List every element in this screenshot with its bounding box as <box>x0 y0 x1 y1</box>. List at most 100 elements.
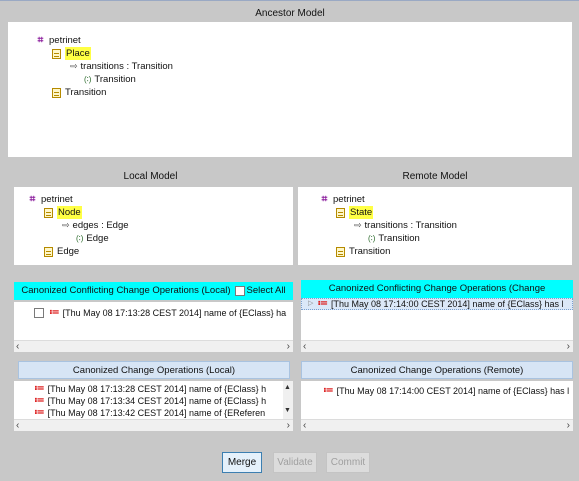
list-item[interactable]: ≔ [Thu May 08 17:13:42 CEST 2014] name o… <box>34 407 265 419</box>
change-operation-icon: ≔ <box>317 298 328 309</box>
package-icon: ⌗ <box>321 194 328 205</box>
tree-node-petrinet[interactable]: ⌗ petrinet <box>320 193 365 206</box>
scroll-right-icon[interactable]: › <box>287 420 290 431</box>
ereference-icon: ⇨ <box>62 220 70 230</box>
horizontal-scrollbar[interactable]: ‹ › <box>14 419 293 431</box>
etype-icon: (∶) <box>368 234 376 243</box>
operation-text: [Thu May 08 17:14:00 CEST 2014] name of … <box>336 386 570 396</box>
expand-arrow-icon[interactable]: ▷ <box>308 298 313 310</box>
tree-node-edge-type[interactable]: (∶) Edge <box>76 232 109 245</box>
select-all-label[interactable]: Select All <box>247 282 286 300</box>
local-changes-list[interactable]: ≔ [Thu May 08 17:13:28 CEST 2014] name o… <box>14 381 293 431</box>
list-item[interactable]: ≔ [Thu May 08 17:14:00 CEST 2014] name o… <box>323 385 569 397</box>
scroll-up-icon[interactable]: ▲ <box>284 384 291 391</box>
eclass-icon <box>44 207 53 218</box>
horizontal-scrollbar[interactable]: ‹ › <box>301 419 573 431</box>
eclass-icon <box>44 246 53 257</box>
operation-text: [Thu May 08 17:13:28 CEST 2014] name of … <box>47 384 267 394</box>
list-item[interactable]: ▷ ≔ [Thu May 08 17:14:00 CEST 2014] name… <box>301 298 573 310</box>
scroll-left-icon[interactable]: ‹ <box>303 420 306 431</box>
horizontal-scrollbar[interactable]: ‹ › <box>301 340 573 352</box>
tree-node-label: transitions : Transition <box>364 220 457 231</box>
tree-node-label: Edge <box>57 246 80 257</box>
tree-node-petrinet[interactable]: ⌗ petrinet <box>36 34 81 47</box>
remote-conflicts-list[interactable]: ▷ ≔ [Thu May 08 17:14:00 CEST 2014] name… <box>301 298 573 352</box>
remote-changes-list[interactable]: ≔ [Thu May 08 17:14:00 CEST 2014] name o… <box>301 381 573 431</box>
merge-button[interactable]: Merge <box>222 452 262 473</box>
remote-model-header: Remote Model <box>298 169 572 185</box>
list-item[interactable]: ≔ [Thu May 08 17:13:28 CEST 2014] name o… <box>34 307 286 319</box>
tree-node-transition[interactable]: Transition <box>52 86 106 99</box>
tree-node-label: transitions : Transition <box>80 61 173 72</box>
local-model-tree[interactable]: ⌗ petrinet Node ⇨ edges : Edge (∶) Edge … <box>14 187 293 265</box>
tree-node-edges-ref[interactable]: ⇨ edges : Edge <box>62 219 129 232</box>
eclass-icon <box>336 246 345 257</box>
scroll-left-icon[interactable]: ‹ <box>16 341 19 352</box>
tree-node-label: Transition <box>65 87 107 98</box>
local-conflicts-list[interactable]: ≔ [Thu May 08 17:13:28 CEST 2014] name o… <box>14 302 293 352</box>
scroll-right-icon[interactable]: › <box>567 341 570 352</box>
conflict-checkbox[interactable] <box>34 308 44 318</box>
remote-changes-header: Canonized Change Operations (Remote) <box>301 361 573 379</box>
change-operation-icon: ≔ <box>34 383 45 394</box>
ereference-icon: ⇨ <box>70 61 78 71</box>
tree-node-label: Transition <box>349 246 391 257</box>
tree-node-label: petrinet <box>333 194 365 205</box>
scroll-left-icon[interactable]: ‹ <box>303 341 306 352</box>
package-icon: ⌗ <box>29 194 36 205</box>
local-conflicts-header: Canonized Conflicting Change Operations … <box>14 282 293 300</box>
tree-node-label: Node <box>57 206 82 219</box>
scroll-right-icon[interactable]: › <box>287 341 290 352</box>
package-icon: ⌗ <box>37 35 44 46</box>
change-operation-icon: ≔ <box>34 407 45 418</box>
eclass-icon <box>336 207 345 218</box>
tree-node-label: State <box>349 206 374 219</box>
tree-node-transition[interactable]: Transition <box>336 245 390 258</box>
tree-node-state[interactable]: State <box>336 206 374 219</box>
local-conflicts-title: Canonized Conflicting Change Operations … <box>21 285 231 296</box>
scroll-right-icon[interactable]: › <box>567 420 570 431</box>
tree-node-label: edges : Edge <box>72 220 129 231</box>
tree-node-label: Edge <box>86 233 109 244</box>
remote-model-tree[interactable]: ⌗ petrinet State ⇨ transitions : Transit… <box>298 187 572 265</box>
scroll-down-icon[interactable]: ▼ <box>284 407 291 414</box>
ereference-icon: ⇨ <box>354 220 362 230</box>
horizontal-scrollbar[interactable]: ‹ › <box>14 340 293 352</box>
list-item[interactable]: ≔ [Thu May 08 17:13:34 CEST 2014] name o… <box>34 395 266 407</box>
tree-node-petrinet[interactable]: ⌗ petrinet <box>28 193 73 206</box>
operation-text: [Thu May 08 17:13:28 CEST 2014] name of … <box>62 308 287 318</box>
operation-text: [Thu May 08 17:13:42 CEST 2014] name of … <box>47 408 266 418</box>
ancestor-model-header: Ancestor Model <box>8 6 572 22</box>
eclass-icon <box>52 87 61 98</box>
validate-button[interactable]: Validate <box>273 452 317 473</box>
tree-node-node[interactable]: Node <box>44 206 82 219</box>
tree-node-transition-type[interactable]: (∶) Transition <box>84 73 136 86</box>
tree-node-label: petrinet <box>49 35 81 46</box>
tree-node-label: Transition <box>94 74 136 85</box>
commit-button[interactable]: Commit <box>326 452 370 473</box>
tree-node-label: Place <box>65 47 91 60</box>
ancestor-model-tree[interactable]: ⌗ petrinet Place ⇨ transitions : Transit… <box>8 22 572 157</box>
select-all-checkbox[interactable] <box>234 286 245 296</box>
scroll-left-icon[interactable]: ‹ <box>16 420 19 431</box>
vertical-scrollbar[interactable]: ▲ ▼ <box>283 381 293 419</box>
tree-node-transitions-ref[interactable]: ⇨ transitions : Transition <box>354 219 457 232</box>
change-operation-icon: ≔ <box>34 395 45 406</box>
eclass-icon <box>52 48 61 59</box>
list-item[interactable]: ≔ [Thu May 08 17:13:28 CEST 2014] name o… <box>34 383 266 395</box>
tree-node-transition-type[interactable]: (∶) Transition <box>368 232 420 245</box>
local-model-header: Local Model <box>8 169 293 185</box>
tree-node-place[interactable]: Place <box>52 47 91 60</box>
tree-node-transitions-ref[interactable]: ⇨ transitions : Transition <box>70 60 173 73</box>
local-changes-header: Canonized Change Operations (Local) <box>18 361 290 379</box>
tree-node-label: Transition <box>378 233 420 244</box>
operation-text: [Thu May 08 17:14:00 CEST 2014] name of … <box>331 299 564 309</box>
change-operation-icon: ≔ <box>49 307 60 318</box>
operation-text: [Thu May 08 17:13:34 CEST 2014] name of … <box>47 396 267 406</box>
tree-node-edge[interactable]: Edge <box>44 245 79 258</box>
change-operation-icon: ≔ <box>323 385 334 396</box>
remote-conflicts-header: Canonized Conflicting Change Operations … <box>301 280 573 298</box>
etype-icon: (∶) <box>84 75 92 84</box>
etype-icon: (∶) <box>76 234 84 243</box>
tree-node-label: petrinet <box>41 194 73 205</box>
